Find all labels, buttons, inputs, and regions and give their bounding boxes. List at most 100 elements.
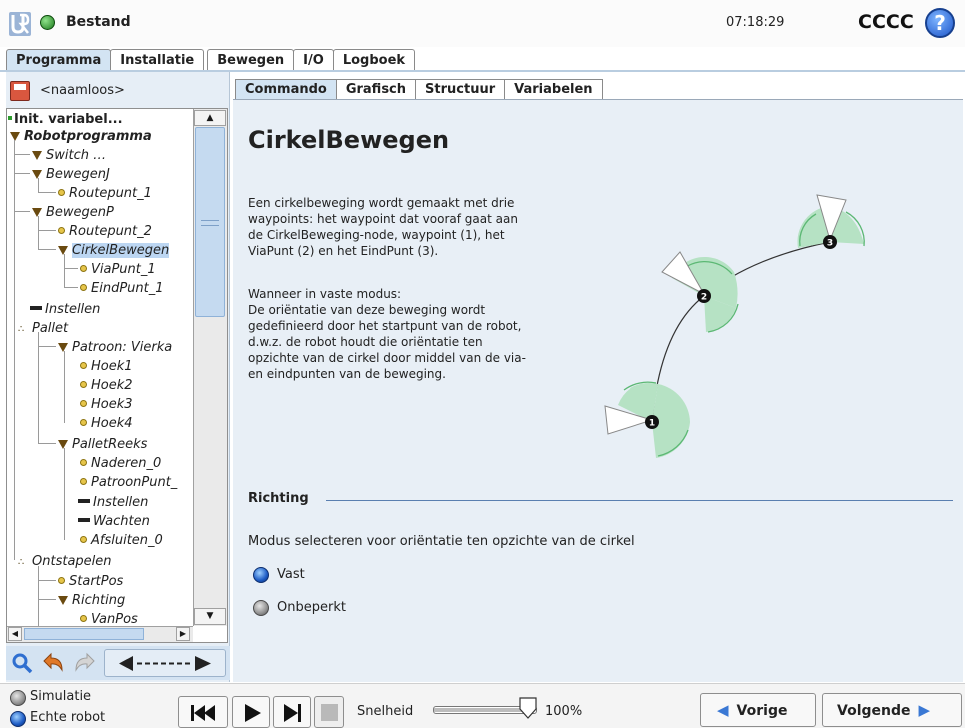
tree-node-richting[interactable]: Richting [58,592,125,609]
scroll-left-icon[interactable]: ◀ [8,627,22,641]
waypoint-icon [80,381,87,388]
waypoint-icon [80,419,87,426]
tree-node-palletreeks[interactable]: PalletReeks [58,436,147,453]
tree-node-hoek4[interactable]: Hoek4 [80,415,133,432]
tree-node-patroon[interactable]: Patroon: Vierka [58,339,172,356]
tree-node-startpos[interactable]: StartPos [58,573,123,590]
description-line: waypoints: het waypoint dat vooraf gaat … [248,212,518,226]
waypoint-icon [80,615,87,622]
radio-echte-robot[interactable] [10,711,26,727]
scroll-right-icon[interactable]: ▶ [176,627,190,641]
tab-grafisch[interactable]: Grafisch [335,79,417,100]
tree-node-instellen[interactable]: Instellen [30,301,100,318]
speed-label: Snelheid [357,704,414,719]
orientation-sector [652,384,690,422]
tree-node-wachten[interactable]: Wachten [78,513,150,530]
tree-node-switch[interactable]: Switch … [32,147,106,164]
mode-prompt: Modus selecteren voor oriëntatie ten opz… [248,534,635,549]
radio-vast-label[interactable]: Vast [277,567,305,582]
tab-logboek[interactable]: Logboek [332,49,416,71]
echte-robot-label[interactable]: Echte robot [30,710,105,725]
scroll-thumb[interactable] [195,127,225,317]
tab-bewegen[interactable]: Bewegen [207,49,295,71]
simulatie-label[interactable]: Simulatie [30,689,91,704]
step-button[interactable] [273,696,311,728]
next-button[interactable]: Volgende ▶ [822,693,962,727]
previous-label: Vorige [736,703,788,719]
tree-line [38,443,56,444]
main-tabs: Programma Installatie Bewegen I/O Logboe… [6,49,416,71]
step-icon [284,704,301,722]
stop-icon [321,704,338,721]
arrow-right-icon: ▶ [918,701,931,719]
move-node-button[interactable] [104,649,226,677]
scroll-up-icon[interactable]: ▲ [194,110,226,126]
green-node-icon [8,116,12,120]
tree-node-hoek3[interactable]: Hoek3 [80,396,133,413]
tab-commando[interactable]: Commando [235,79,337,100]
tree-node-pallet[interactable]: ∴ Pallet [18,320,68,338]
previous-button[interactable]: ◀ Vorige [700,693,816,727]
tree-node-eindpunt-1[interactable]: EindPunt_1 [80,280,164,297]
tab-installatie[interactable]: Installatie [110,49,205,71]
waypoint-icon [58,577,65,584]
arrow-left-icon: ◀ [717,701,729,719]
tab-structuur[interactable]: Structuur [415,79,506,100]
description-line: ViaPunt (2) en het EindPunt (3). [248,244,439,258]
tree-node-patroonpunt[interactable]: PatroonPunt_ [80,474,177,491]
tree-node-ontstapelen[interactable]: ∴ Ontstapelen [18,553,112,571]
tree-line [38,346,56,347]
save-icon[interactable] [10,81,30,101]
tree-node-bewegenp[interactable]: BewegenP [32,204,114,221]
skip-back-button[interactable] [178,696,228,728]
tree-node-routepunt-1[interactable]: Routepunt_1 [58,185,152,202]
stop-button[interactable] [314,696,344,728]
tree-line [38,216,39,250]
undo-icon[interactable] [40,651,66,675]
tree-node-cirkelbewegen[interactable]: CirkelBewegen [58,242,170,259]
triangle-icon [58,246,68,255]
tree-line [14,320,15,560]
tree-node-routepunt-2[interactable]: Routepunt_2 [58,223,152,240]
waypoint-icon [80,284,87,291]
help-icon[interactable]: ? [925,8,955,38]
tab-io[interactable]: I/O [293,49,334,71]
waypoint-icon [58,227,65,234]
search-icon[interactable] [10,651,34,675]
tree-node-instellen-2[interactable]: Instellen [78,494,148,511]
program-name: <naamloos> [40,83,125,98]
tree-node-viapunt-1[interactable]: ViaPunt_1 [80,261,156,278]
tree-node-robotprogramma[interactable]: Robotprogramma [10,128,152,145]
mode-description-line: opzichte van de cirkel door middel van d… [248,351,526,365]
scroll-thumb-horizontal[interactable] [24,628,144,640]
tree-node-hoek2[interactable]: Hoek2 [80,377,133,394]
tab-variabelen[interactable]: Variabelen [504,79,603,100]
svg-text:2: 2 [701,293,707,303]
tree-node-bewegenj[interactable]: BewegenJ [32,166,110,183]
tree-node-afsluiten-0[interactable]: Afsluiten_0 [80,532,163,549]
play-button[interactable] [232,696,270,728]
scroll-down-icon[interactable]: ▼ [194,608,226,625]
section-title-richting: Richting [248,491,309,506]
mode-description-line: en eindpunten van de beweging. [248,367,446,381]
tree-line [38,599,56,600]
tab-programma[interactable]: Programma [6,49,112,71]
tree-node-vanpos[interactable]: VanPos [80,611,138,625]
tree-node-init-variables[interactable]: Init. variabel... [8,111,123,128]
tree-node-naderen-0[interactable]: Naderen_0 [80,455,161,472]
description-line: de CirkelBeweging-node, waypoint (1), he… [248,228,505,242]
redo-icon[interactable] [72,651,98,675]
radio-onbeperkt-label[interactable]: Onbeperkt [277,600,346,615]
radio-simulatie[interactable] [10,690,26,706]
tree-line [38,249,56,250]
triangle-icon [58,343,68,352]
speed-slider-thumb[interactable] [519,697,537,719]
radio-vast[interactable] [253,567,269,583]
ur-logo-icon [9,12,31,36]
tree-node-hoek1[interactable]: Hoek1 [80,358,133,375]
set-icon [78,499,90,503]
skip-back-icon [191,705,215,721]
tree-line [64,448,65,540]
file-menu-title[interactable]: Bestand [66,14,131,30]
radio-onbeperkt[interactable] [253,600,269,616]
